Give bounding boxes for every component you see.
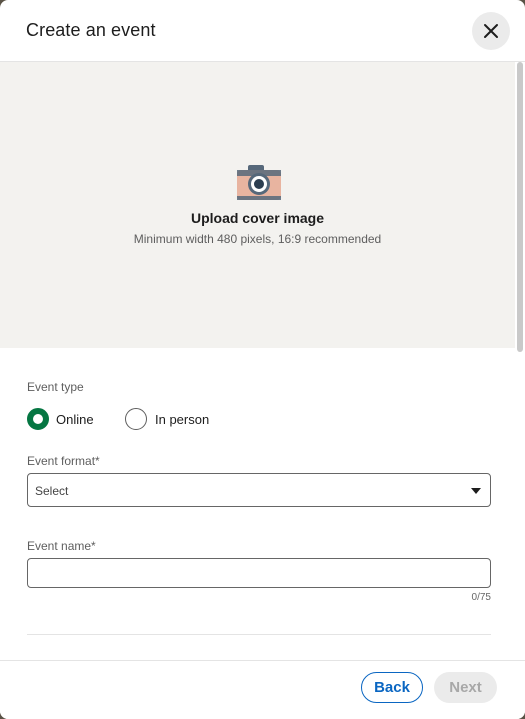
camera-icon xyxy=(237,165,281,200)
event-name-label: Event name* xyxy=(27,539,96,553)
dialog-title: Create an event xyxy=(26,20,156,40)
event-format-label: Event format* xyxy=(27,454,100,468)
upload-cover-area[interactable]: Upload cover image Minimum width 480 pix… xyxy=(0,62,515,348)
upload-cover-title: Upload cover image xyxy=(190,210,325,226)
event-name-counter: 0/75 xyxy=(471,592,491,603)
event-format-select[interactable]: Select xyxy=(27,473,491,507)
close-icon xyxy=(484,24,498,38)
close-button[interactable] xyxy=(472,12,510,50)
radio-in-person-label[interactable]: In person xyxy=(155,412,209,427)
event-name-input[interactable] xyxy=(27,558,491,588)
dialog-header: Create an event xyxy=(0,0,525,62)
back-button[interactable]: Back xyxy=(361,672,423,703)
chevron-down-icon xyxy=(471,488,481,494)
event-type-label: Event type xyxy=(27,380,84,394)
create-event-dialog: Create an event Upload cover image Minim… xyxy=(0,0,525,719)
scrollbar[interactable] xyxy=(517,62,523,352)
radio-in-person[interactable] xyxy=(125,408,147,430)
dialog-footer: Back Next xyxy=(0,660,525,719)
dialog-body: Upload cover image Minimum width 480 pix… xyxy=(0,62,525,660)
event-format-value: Select xyxy=(35,484,69,498)
radio-online[interactable] xyxy=(27,408,49,430)
next-button[interactable]: Next xyxy=(434,672,497,703)
upload-cover-subtitle: Minimum width 480 pixels, 16:9 recommend… xyxy=(133,232,382,246)
section-divider xyxy=(27,634,491,635)
radio-online-label[interactable]: Online xyxy=(56,412,94,427)
